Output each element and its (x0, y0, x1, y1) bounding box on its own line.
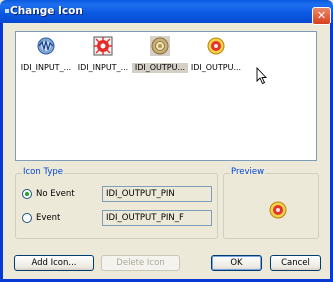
list-item-label: IDI_INPUT_... (77, 63, 129, 72)
list-item-label: IDI_OUTPU... (190, 63, 242, 72)
output-pin-icon (150, 36, 170, 56)
list-item-label: IDI_OUTPU... (132, 63, 188, 73)
window-icon (5, 9, 9, 13)
list-item-idi-input-1[interactable]: IDI_INPUT_... (18, 36, 74, 76)
output-pin-f-icon (269, 201, 287, 219)
radio-no-event-button[interactable] (22, 189, 32, 199)
mouse-cursor-icon (256, 67, 268, 85)
radio-no-event-label: No Event (36, 189, 75, 199)
delete-icon-button[interactable]: Delete Icon (101, 255, 180, 271)
input-red-burst-icon (93, 36, 113, 56)
list-item-label: IDI_INPUT_... (20, 63, 72, 72)
list-item-idi-output-1[interactable]: IDI_OUTPU... (132, 36, 188, 76)
icon-type-group: Icon Type No Event IDI_OUTPUT_PIN Event … (15, 167, 218, 239)
window-title: Change Icon (10, 5, 83, 17)
radio-no-event[interactable]: No Event (22, 188, 102, 202)
event-icon-field: IDI_OUTPUT_PIN_F (102, 210, 212, 226)
list-item-idi-input-2[interactable]: IDI_INPUT_... (75, 36, 131, 76)
icon-list[interactable]: IDI_INPUT_... IDI_INPUT_... IDI_OUTPU...… (15, 31, 317, 161)
close-button[interactable]: ✕ (312, 7, 331, 25)
add-icon-button[interactable]: Add Icon... (14, 255, 94, 271)
input-wave-icon (37, 37, 55, 55)
preview-title: Preview (230, 167, 266, 177)
radio-event-label: Event (36, 213, 61, 223)
window-frame-left (0, 23, 3, 282)
ok-button[interactable]: OK (211, 255, 262, 271)
icon-type-title: Icon Type (22, 167, 64, 177)
radio-event-button[interactable] (22, 213, 32, 223)
list-item-idi-output-2[interactable]: IDI_OUTPU... (188, 36, 244, 76)
cancel-button[interactable]: Cancel (270, 255, 321, 271)
output-pin-f-icon (207, 37, 225, 55)
no-event-icon-field: IDI_OUTPUT_PIN (102, 186, 212, 202)
radio-event[interactable]: Event (22, 212, 102, 226)
preview-group: Preview (223, 167, 319, 239)
title-bar: Change Icon ✕ (0, 0, 333, 25)
